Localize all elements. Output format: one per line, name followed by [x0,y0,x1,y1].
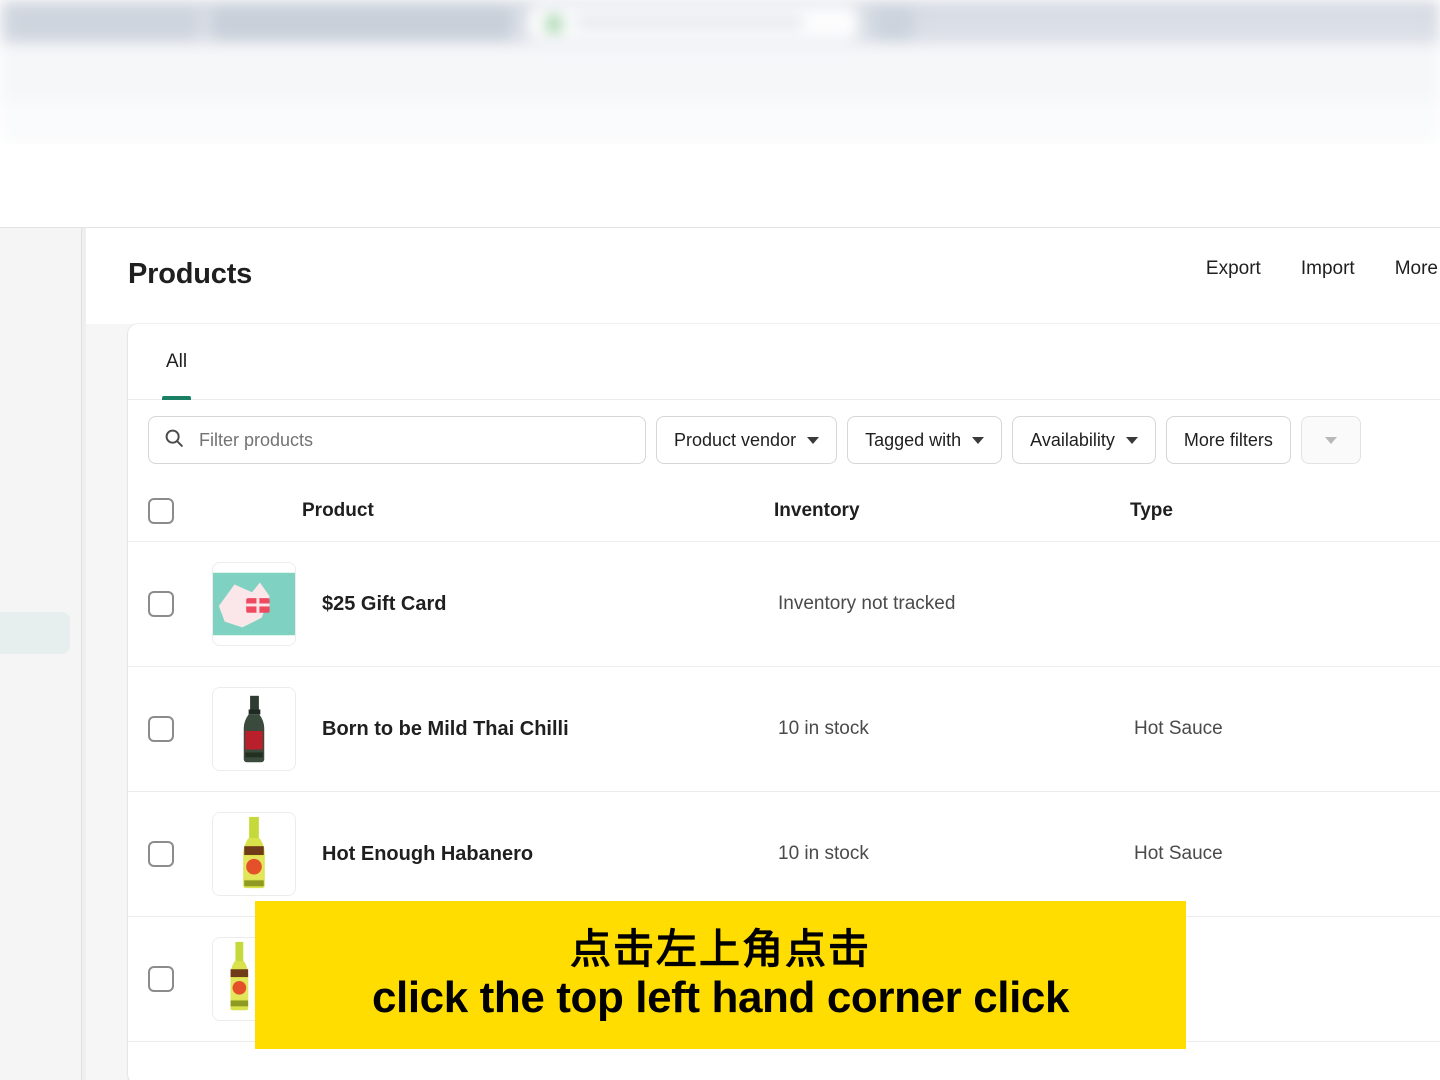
tab-favicon-icon [546,16,562,32]
table-row[interactable]: Born to be Mild Thai Chilli 10 in stock … [128,667,1440,792]
more-button[interactable]: More [1395,258,1438,280]
filter-products-input[interactable]: Filter products [148,416,646,464]
new-tab-button[interactable] [874,6,914,40]
row-checkbox[interactable] [148,966,174,992]
tab-all[interactable]: All [148,324,205,400]
select-all-checkbox[interactable] [148,497,174,524]
browser-omnibar[interactable] [0,44,1440,134]
chevron-down-icon [972,436,985,444]
product-type: Hot Sauce [1134,843,1223,864]
row-checkbox[interactable] [148,716,174,742]
column-header-inventory: Inventory [774,499,860,521]
subtitle-english: click the top left hand corner click [371,973,1070,1023]
search-icon [163,427,185,454]
bookmarks-bar [0,102,1440,144]
tab-all-label: All [166,350,188,372]
dark-bottle-thumbnail [212,687,296,771]
availability-label: Availability [1030,429,1115,450]
subtitle-overlay: 点击左上角点击 click the top left hand corner c… [255,901,1186,1049]
more-filters-button[interactable]: More filters [1165,416,1291,464]
chevron-down-icon [807,436,820,444]
table-row[interactable]: Hot Enough Habanero 10 in stock Hot Sauc… [128,792,1440,917]
app-top-bar: ❮ Search [0,144,1440,353]
browser-tab[interactable] [8,6,198,40]
import-button[interactable]: Import [1301,258,1355,280]
product-name: Hot Enough Habanero [322,842,534,865]
product-type: Hot Sauce [1134,718,1223,739]
filter-products-placeholder: Filter products [199,429,314,450]
gift-card-thumbnail [212,562,296,646]
filter-bar: Filter products Product vendor Tagged wi… [128,400,1440,480]
tab-title-ghost [736,17,804,28]
product-vendor-filter[interactable]: Product vendor [656,416,838,464]
tagged-with-label: Tagged with [865,429,962,450]
table-header: Product Inventory Type [128,480,1440,542]
browser-tab[interactable] [212,6,512,40]
product-inventory: 10 in stock [778,843,869,864]
left-sidebar: at [0,228,82,1080]
availability-filter[interactable]: Availability [1012,416,1156,464]
browser-chrome [0,0,1440,144]
table-row[interactable]: $25 Gift Card Inventory not tracked [128,542,1440,667]
product-name: $25 Gift Card [322,592,447,615]
tab-title-ghost [574,17,744,28]
more-filters-label: More filters [1183,429,1273,450]
column-header-type: Type [1130,499,1173,521]
page-header-actions: Export Import More [1206,258,1440,280]
chevron-down-icon [1125,436,1138,444]
browser-tabstrip [0,0,1440,44]
subtitle-chinese: 点击左上角点击 [570,926,871,973]
sort-button[interactable] [1300,416,1361,464]
tagged-with-filter[interactable]: Tagged with [847,416,1003,464]
page-header: Products Export Import More [86,228,1440,324]
page-title: Products [128,258,253,290]
yellow-bottle-thumbnail [212,812,296,896]
product-vendor-label: Product vendor [674,429,797,450]
row-checkbox[interactable] [148,591,174,617]
sidebar-active-item[interactable] [0,612,70,654]
row-checkbox[interactable] [148,841,174,867]
tab-bar: All [128,324,1440,400]
chevron-down-icon [1324,436,1337,444]
product-inventory: 10 in stock [778,718,869,739]
screen: ❮ Search at [0,0,1440,1080]
column-header-product: Product [302,499,374,521]
product-name: Born to be Mild Thai Chilli [322,717,569,740]
export-button[interactable]: Export [1206,258,1261,280]
product-inventory: Inventory not tracked [778,593,956,614]
